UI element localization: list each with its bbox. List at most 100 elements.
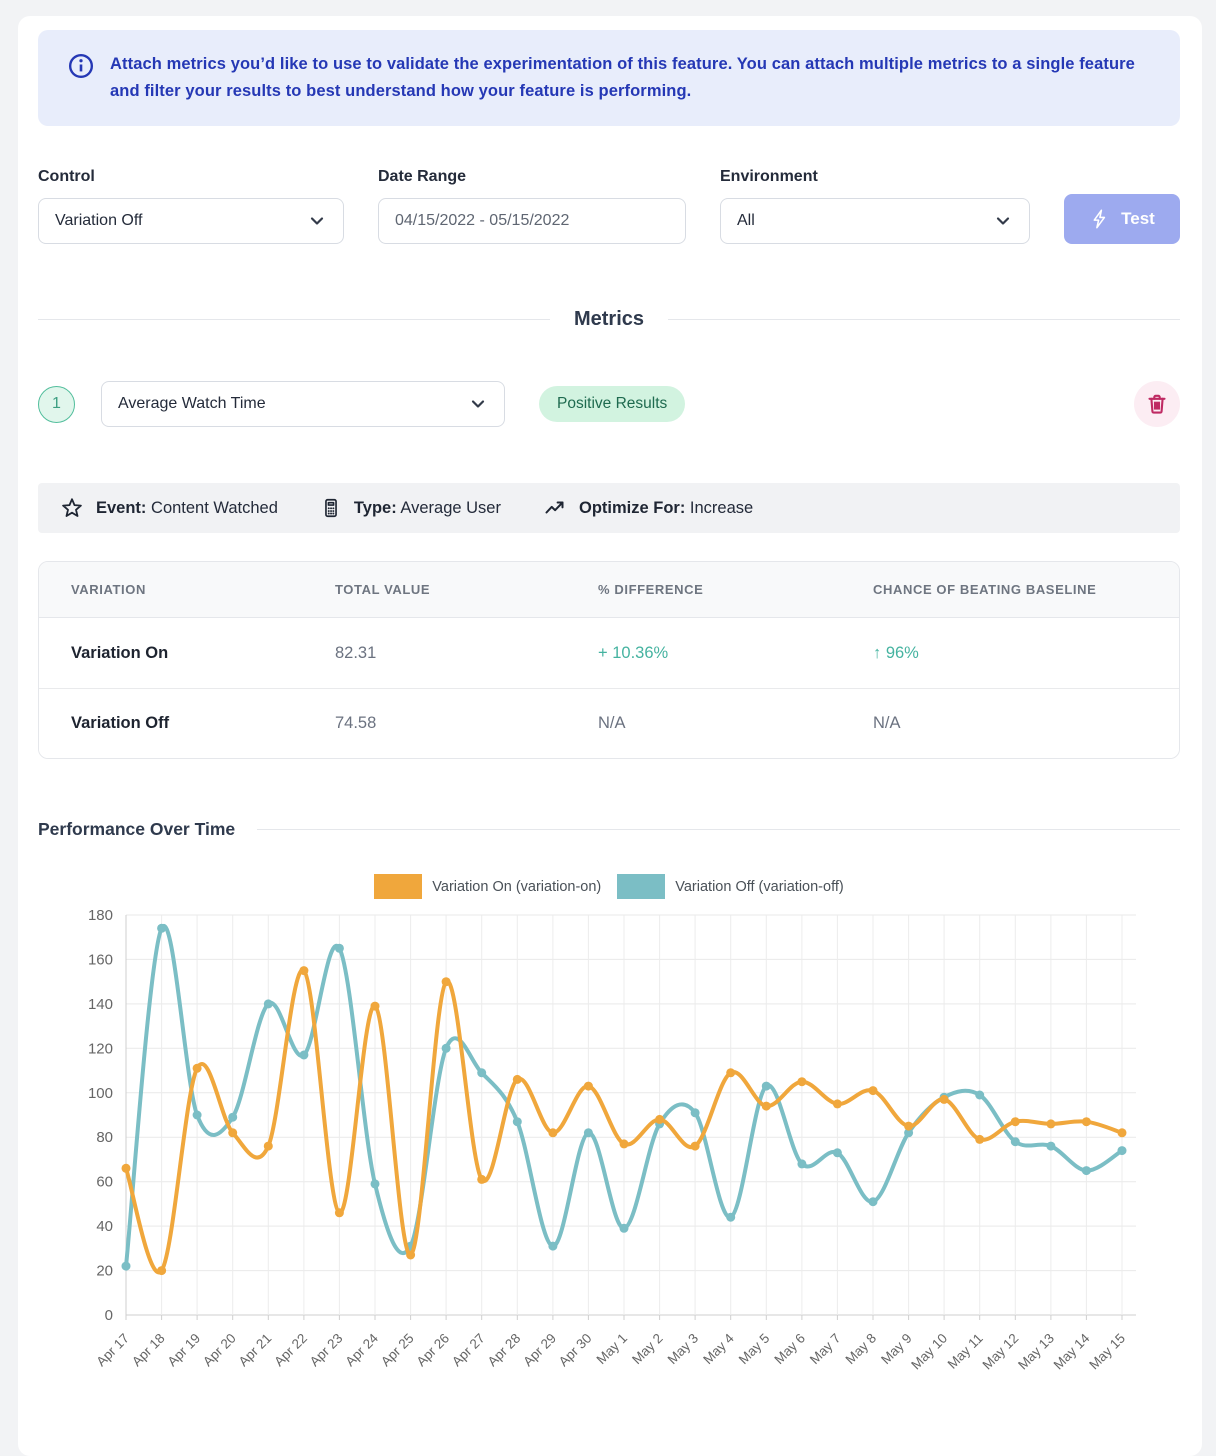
metric-index-badge: 1 bbox=[38, 386, 75, 423]
metric-select[interactable]: Average Watch Time bbox=[101, 381, 505, 427]
svg-text:May 8: May 8 bbox=[843, 1331, 880, 1368]
svg-text:80: 80 bbox=[96, 1129, 113, 1146]
calculator-icon bbox=[320, 497, 342, 519]
performance-heading: Performance Over Time bbox=[38, 819, 235, 840]
optimize-for-label: Optimize For: bbox=[579, 499, 685, 517]
performance-heading-row: Performance Over Time bbox=[38, 819, 1180, 840]
info-banner: Attach metrics you’d like to use to vali… bbox=[38, 30, 1180, 126]
svg-text:May 3: May 3 bbox=[665, 1331, 702, 1368]
control-select-value: Variation Off bbox=[55, 212, 142, 230]
svg-text:Apr 23: Apr 23 bbox=[307, 1331, 346, 1370]
lightning-bolt-icon bbox=[1089, 208, 1111, 230]
svg-text:60: 60 bbox=[96, 1174, 113, 1191]
svg-text:Apr 28: Apr 28 bbox=[485, 1331, 524, 1370]
column-header-total-value: TOTAL VALUE bbox=[335, 582, 598, 597]
chevron-down-icon bbox=[993, 211, 1013, 231]
chart-legend: Variation On (variation-on) Variation Off… bbox=[38, 874, 1180, 899]
svg-text:180: 180 bbox=[88, 907, 113, 924]
control-field-group: Control Variation Off bbox=[38, 168, 344, 244]
test-button[interactable]: Test bbox=[1064, 194, 1180, 244]
svg-text:Apr 27: Apr 27 bbox=[449, 1331, 488, 1370]
svg-text:Apr 25: Apr 25 bbox=[378, 1331, 417, 1370]
svg-text:May 13: May 13 bbox=[1015, 1331, 1057, 1373]
type-label: Type: bbox=[354, 499, 397, 517]
positive-results-badge: Positive Results bbox=[539, 386, 685, 422]
table-row: Variation On 82.31 + 10.36% ↑ 96% bbox=[39, 618, 1179, 688]
svg-text:Apr 30: Apr 30 bbox=[556, 1331, 595, 1370]
svg-text:May 2: May 2 bbox=[629, 1331, 666, 1368]
metrics-heading: Metrics bbox=[574, 308, 644, 331]
control-label: Control bbox=[38, 168, 344, 186]
svg-text:100: 100 bbox=[88, 1085, 113, 1102]
svg-text:May 4: May 4 bbox=[700, 1330, 737, 1367]
variation-name: Variation On bbox=[71, 644, 335, 663]
svg-text:Apr 18: Apr 18 bbox=[129, 1331, 168, 1370]
svg-text:20: 20 bbox=[96, 1263, 113, 1280]
metric-select-value: Average Watch Time bbox=[118, 395, 266, 413]
environment-select[interactable]: All bbox=[720, 198, 1030, 244]
event-label: Event: bbox=[96, 499, 146, 517]
svg-text:140: 140 bbox=[88, 996, 113, 1013]
legend-label: Variation Off (variation-off) bbox=[675, 879, 843, 895]
type-value: Average User bbox=[400, 499, 501, 517]
delete-metric-button[interactable] bbox=[1134, 381, 1180, 427]
svg-text:May 11: May 11 bbox=[945, 1331, 986, 1372]
filters-row: Control Variation Off Date Range Environ… bbox=[38, 168, 1180, 244]
performance-chart: 020406080100120140160180Apr 17Apr 18Apr … bbox=[38, 901, 1178, 1426]
svg-text:160: 160 bbox=[88, 951, 113, 968]
svg-text:May 15: May 15 bbox=[1086, 1331, 1128, 1373]
date-range-input[interactable] bbox=[378, 198, 686, 244]
svg-text:May 12: May 12 bbox=[980, 1331, 1022, 1373]
column-header-chance: CHANCE OF BEATING BASELINE bbox=[873, 582, 1179, 597]
table-row: Variation Off 74.58 N/A N/A bbox=[39, 688, 1179, 758]
info-icon bbox=[68, 53, 94, 79]
event-value: Content Watched bbox=[151, 499, 278, 517]
divider-line bbox=[257, 829, 1180, 830]
info-banner-text: Attach metrics you’d like to use to vali… bbox=[110, 51, 1150, 105]
svg-text:Apr 19: Apr 19 bbox=[164, 1331, 203, 1370]
svg-text:Apr 17: Apr 17 bbox=[93, 1331, 132, 1370]
experiment-panel: Attach metrics you’d like to use to vali… bbox=[18, 16, 1202, 1456]
svg-text:120: 120 bbox=[88, 1040, 113, 1057]
divider-line bbox=[38, 319, 550, 320]
total-value: 82.31 bbox=[335, 644, 598, 663]
environment-field-group: Environment All bbox=[720, 168, 1030, 244]
chance-value: ↑ 96% bbox=[873, 644, 1179, 663]
results-table-header: VARIATION TOTAL VALUE % DIFFERENCE CHANC… bbox=[39, 562, 1179, 618]
environment-label: Environment bbox=[720, 168, 1030, 186]
date-range-label: Date Range bbox=[378, 168, 686, 186]
metrics-heading-row: Metrics bbox=[38, 308, 1180, 331]
divider-line bbox=[668, 319, 1180, 320]
svg-text:May 10: May 10 bbox=[908, 1331, 950, 1373]
svg-text:Apr 21: Apr 21 bbox=[236, 1331, 275, 1370]
legend-item[interactable]: Variation On (variation-on) bbox=[374, 874, 601, 899]
svg-text:Apr 20: Apr 20 bbox=[200, 1331, 239, 1370]
svg-text:May 1: May 1 bbox=[594, 1331, 631, 1368]
legend-swatch bbox=[374, 874, 422, 899]
difference-value: N/A bbox=[598, 714, 873, 733]
difference-value: + 10.36% bbox=[598, 644, 873, 663]
svg-text:May 14: May 14 bbox=[1051, 1330, 1093, 1372]
control-select[interactable]: Variation Off bbox=[38, 198, 344, 244]
svg-text:May 5: May 5 bbox=[736, 1331, 773, 1368]
legend-item[interactable]: Variation Off (variation-off) bbox=[617, 874, 843, 899]
svg-text:Apr 22: Apr 22 bbox=[271, 1331, 310, 1370]
metric-summary-bar: Event: Content Watched Type: Average Use… bbox=[38, 483, 1180, 533]
svg-text:May 7: May 7 bbox=[807, 1331, 844, 1368]
results-table: VARIATION TOTAL VALUE % DIFFERENCE CHANC… bbox=[38, 561, 1180, 759]
total-value: 74.58 bbox=[335, 714, 598, 733]
metric-row: 1 Average Watch Time Positive Results bbox=[38, 381, 1180, 427]
optimize-for-value: Increase bbox=[690, 499, 753, 517]
svg-text:Apr 26: Apr 26 bbox=[413, 1331, 452, 1370]
legend-swatch bbox=[617, 874, 665, 899]
star-icon bbox=[60, 496, 84, 520]
variation-name: Variation Off bbox=[71, 714, 335, 733]
svg-text:0: 0 bbox=[105, 1307, 113, 1324]
chevron-down-icon bbox=[468, 394, 488, 414]
svg-text:40: 40 bbox=[96, 1218, 113, 1235]
chevron-down-icon bbox=[307, 211, 327, 231]
chance-value: N/A bbox=[873, 714, 1179, 733]
column-header-variation: VARIATION bbox=[71, 582, 335, 597]
legend-label: Variation On (variation-on) bbox=[432, 879, 601, 895]
date-range-field-group: Date Range bbox=[378, 168, 686, 244]
